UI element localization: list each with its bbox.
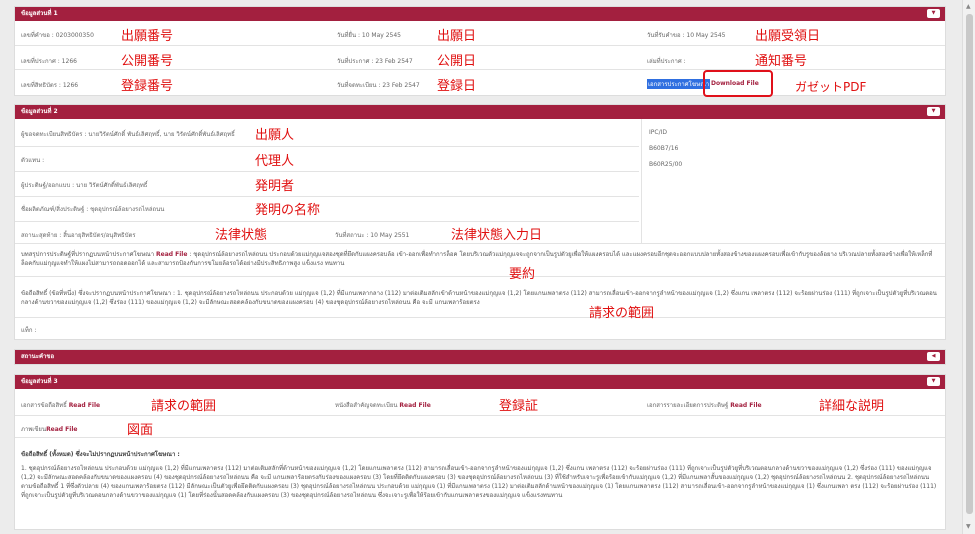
section-3-toggle-icon[interactable]: ▼ [927, 377, 940, 386]
annotation-abstract: 要約 [509, 267, 536, 282]
annotation-publication-date: 公開日 [437, 54, 477, 69]
certificate-label: หนังสือสำคัญจดทะเบียน [335, 402, 398, 409]
annotation-status-date: 法律状態入力日 [451, 228, 543, 243]
section-1-title: ข้อมูลส่วนที่ 1 [21, 10, 58, 17]
annotation-drawing: 図面 [127, 423, 154, 438]
section-3-title: ข้อมูลส่วนที่ 3 [21, 378, 58, 385]
claims-full-heading: ข้อถือสิทธิ์ (ทั้งหมด) ซึ่งจะไม่ปรากฏบนห… [21, 451, 180, 458]
claims-label: ข้อถือสิทธิ์ (ข้อที่หนึ่ง) ซึ่งจะปรากฏบน… [21, 290, 172, 297]
annotation-receipt-date: 出願受領日 [755, 29, 821, 44]
section-1-header[interactable]: ข้อมูลส่วนที่ 1 ▼ [15, 7, 945, 21]
annotation-certificate: 登録証 [499, 399, 539, 414]
ipc-code-2: B60R25/00 [649, 161, 683, 168]
status-date-field: วันที่สถานะ : 10 May 2551 [335, 232, 410, 239]
description-read-file-link[interactable]: Read File [730, 402, 761, 409]
section-2-toggle-icon[interactable]: ▼ [927, 107, 940, 116]
publication-number: เลขที่ประกาศ : 1266 [21, 58, 77, 65]
drawing-label: ภาพเขียน [21, 426, 47, 433]
gazette-label: เอกสารประกาศโฆษณา [647, 79, 711, 89]
registration-number: เลขที่สิทธิบัตร : 1266 [21, 82, 79, 89]
annotation-publication-number: 公開番号 [121, 54, 174, 69]
ipc-code-1: B60B7/16 [649, 145, 679, 152]
claims-text: ข้อถือสิทธิ์ (ข้อที่หนึ่ง) ซึ่งจะปรากฏบน… [21, 289, 939, 307]
receipt-date: วันที่รับคำขอ : 10 May 2545 [647, 32, 726, 39]
section-2-panel: ข้อมูลส่วนที่ 2 ▼ ผู้ขอจดทะเบียนสิทธิบัต… [14, 104, 946, 340]
annotation-invention-title: 発明の名称 [255, 203, 321, 218]
description-label: เอกสารรายละเอียดการประดิษฐ์ [647, 402, 729, 409]
row-divider [15, 243, 945, 244]
row-divider [15, 45, 945, 46]
applicant-field: ผู้ขอจดทะเบียนสิทธิบัตร : นายวิรัตน์ศักด… [21, 131, 235, 138]
claims-read-file-link[interactable]: Read File [69, 402, 100, 409]
invention-title-field: ชื่อผลิตภัณฑ์/สิ่งประดิษฐ์ : ชุดอุปกรณ์ล… [21, 206, 165, 213]
certificate-document: หนังสือสำคัญจดทะเบียน Read File [335, 400, 431, 410]
status-header[interactable]: สถานะคำขอ ◀ [15, 350, 945, 364]
column-divider [641, 119, 642, 243]
annotation-notice-number: 通知番号 [755, 54, 808, 69]
annotation-claims: 請求の範囲 [589, 306, 655, 321]
annotation-agent: 代理人 [255, 154, 295, 169]
claims-document: เอกสารข้อถือสิทธิ์ Read File [21, 400, 100, 410]
scroll-up-icon[interactable]: ▲ [966, 3, 971, 10]
download-highlight-box [703, 70, 773, 97]
filing-date: วันที่ยื่น : 10 May 2545 [337, 32, 402, 39]
row-divider [15, 317, 945, 318]
row-divider [15, 196, 639, 197]
annotation-applicant: 出願人 [255, 128, 295, 143]
row-divider [15, 276, 945, 277]
drawing-read-file-link[interactable]: Read File [46, 426, 77, 433]
annotation-registration-number: 登録番号 [121, 79, 174, 94]
scrollbar-thumb[interactable] [966, 14, 973, 514]
tag-field: แท็ก : [21, 327, 37, 334]
description-document: เอกสารรายละเอียดการประดิษฐ์ Read File [647, 400, 762, 410]
registration-date: วันที่จดทะเบียน : 23 Feb 2547 [337, 82, 420, 89]
annotation-claims-doc: 請求の範囲 [151, 399, 217, 414]
section-3-panel: ข้อมูลส่วนที่ 3 ▼ เอกสารข้อถือสิทธิ์ Rea… [14, 374, 946, 530]
row-divider [15, 171, 639, 172]
scroll-down-icon[interactable]: ▼ [966, 523, 971, 530]
section-3-header[interactable]: ข้อมูลส่วนที่ 3 ▼ [15, 375, 945, 389]
publication-date: วันที่ประกาศ : 23 Feb 2547 [337, 58, 413, 65]
certificate-read-file-link[interactable]: Read File [399, 402, 430, 409]
legal-status-field: สถานะสุดท้าย : สิ้นอายุสิทธิบัตร/อนุสิทธ… [21, 232, 136, 239]
annotation-description: 詳細な説明 [819, 399, 885, 414]
annotation-inventor: 発明者 [255, 179, 295, 194]
notice-number: เล่มที่ประกาศ : [647, 58, 686, 65]
claims-document-label: เอกสารข้อถือสิทธิ์ [21, 402, 67, 409]
page-frame: ข้อมูลส่วนที่ 1 ▼ เลขที่คำขอ : 020300035… [0, 0, 975, 534]
status-title: สถานะคำขอ [21, 353, 55, 360]
claims-full-text: 1. ชุดอุปกรณ์ล้อยางรถไหล่ถนน ประกอบด้วย … [21, 465, 937, 499]
section-1-panel: ข้อมูลส่วนที่ 1 ▼ เลขที่คำขอ : 020300035… [14, 6, 946, 97]
abstract-label: บทสรุปการประดิษฐ์ที่ปรากฏบนหน้าประกาศโฆษ… [21, 251, 155, 258]
section-1-toggle-icon[interactable]: ▼ [927, 9, 940, 18]
row-divider [15, 146, 639, 147]
section-2-header[interactable]: ข้อมูลส่วนที่ 2 ▼ [15, 105, 945, 119]
abstract-read-file-link[interactable]: Read File [156, 251, 187, 258]
ipc-title: IPC/ID [649, 129, 667, 136]
annotation-filing-date: 出願日 [437, 29, 477, 44]
row-divider [15, 415, 945, 416]
annotation-legal-status: 法律状態 [215, 228, 268, 243]
row-divider [15, 221, 639, 222]
section-2-title: ข้อมูลส่วนที่ 2 [21, 108, 58, 115]
inventor-field: ผู้ประดิษฐ์/ออกแบบ : นาย วิรัตน์ศักดิ์พั… [21, 182, 148, 189]
status-panel: สถานะคำขอ ◀ [14, 349, 946, 365]
row-divider [15, 69, 945, 70]
drawing-document: ภาพเขียนRead File [21, 424, 77, 434]
vertical-scrollbar[interactable]: ▲ ▼ [962, 0, 975, 534]
annotation-registration-date: 登録日 [437, 79, 477, 94]
application-number: เลขที่คำขอ : 0203000350 [21, 32, 94, 39]
abstract-text: บทสรุปการประดิษฐ์ที่ปรากฏบนหน้าประกาศโฆษ… [21, 250, 939, 268]
status-toggle-icon[interactable]: ◀ [927, 352, 940, 361]
annotation-gazette-pdf: ガゼットPDF [795, 80, 867, 94]
annotation-application-number: 出願番号 [121, 29, 174, 44]
agent-field: ตัวแทน : [21, 157, 45, 164]
row-divider [15, 437, 945, 438]
